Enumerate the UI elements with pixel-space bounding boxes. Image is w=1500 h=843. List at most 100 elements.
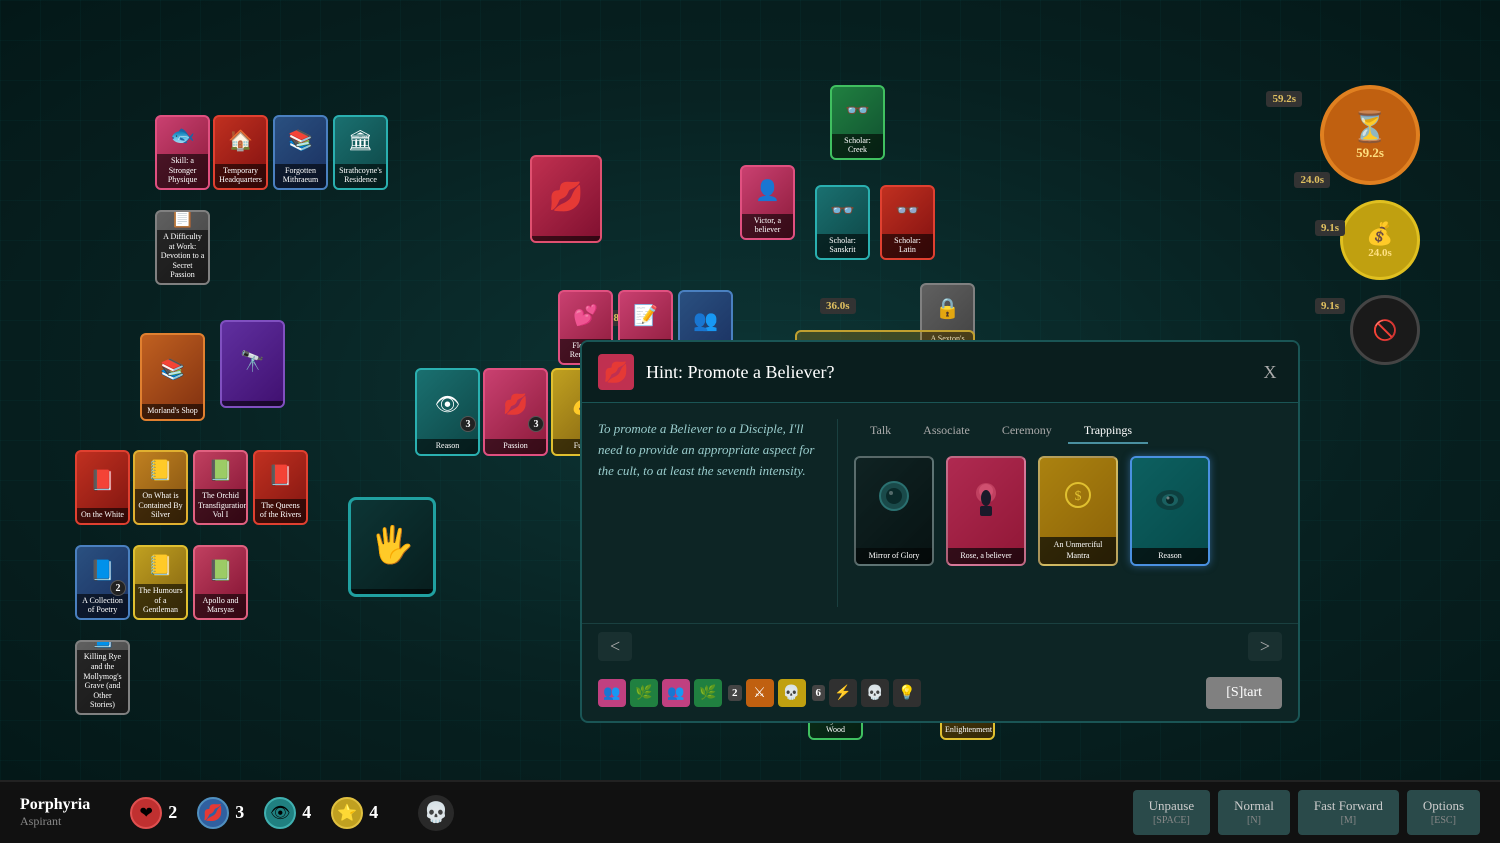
reason-left-label: Reason [417,439,478,454]
queens-card[interactable]: 📕 The Queens of the Rivers [253,450,308,525]
strathcoynes-label: Strathcoyne's Residence [335,164,386,188]
passion-stat: 💋 3 [197,797,244,829]
on-what-card[interactable]: 📒 On What is Contained By Silver [133,450,188,525]
svg-text:$: $ [1075,489,1082,504]
action-icon-4[interactable]: 🌿 [694,679,722,707]
funds-stat: ⭐ 4 [331,797,378,829]
player-name: Porphyria [20,796,90,814]
scholar-creek-card[interactable]: 👓 Scholar: Creek [830,85,885,160]
skill-card[interactable]: 🐟 Skill: a Stronger Physique [155,115,210,190]
strathcoynes-card[interactable]: 🏛 Strathcoyne's Residence [333,115,388,190]
modal-description: To promote a Believer to a Disciple, I'l… [598,419,838,607]
start-button[interactable]: [S]tart [1206,677,1282,709]
modal-body: To promote a Believer to a Disciple, I'l… [582,403,1298,623]
victor-icon: 👤 [742,167,793,214]
on-white-card[interactable]: 📕 On the White [75,450,130,525]
action-icon-1[interactable]: 👥 [598,679,626,707]
forgotten-card[interactable]: 📚 Forgotten Mithraeum [273,115,328,190]
apollo-icon: 📗 [195,547,246,594]
modal-card-reason[interactable]: Reason [1130,456,1210,566]
main-timer-label: 59.2s [1266,91,1302,107]
tab-ceremony[interactable]: Ceremony [986,419,1068,444]
hourglass-icon: ⏳ [1351,110,1388,145]
modal-next-button[interactable]: > [1248,632,1282,661]
modal-card-mirror[interactable]: Mirror of Glory [854,456,934,566]
poetry-label: A Collection of Poetry [77,594,128,618]
apollo-label: Apollo and Marsyas [195,594,246,618]
fast-forward-button[interactable]: Fast Forward [M] [1298,790,1399,836]
orchid-card[interactable]: 📗 The Orchid Transfigurations, Vol I [193,450,248,525]
tab-talk[interactable]: Talk [854,419,907,444]
orchid-label: The Orchid Transfigurations, Vol I [195,489,246,523]
hand-card[interactable]: 🖐 [348,497,436,597]
house-icon: 🏛 [335,117,386,164]
mantra-icon: $ [1040,458,1116,537]
poetry-card[interactable]: 📘 A Collection of Poetry 2 [75,545,130,620]
hint-modal: 💋 Hint: Promote a Believer? X To promote… [580,340,1300,723]
action-icon-2[interactable]: 🌿 [630,679,658,707]
modal-cards-grid: Mirror of Glory Rose, a believ [854,456,1282,566]
humours-label: The Humours of a Gentleman [135,584,186,618]
no-entry-icon: 🚫 [1373,318,1398,343]
modal-card-mantra[interactable]: $ An Unmerciful Mantra [1038,456,1118,566]
scholar-sanskrit-label: Scholar: Sanskrit [817,234,868,258]
tab-trappings[interactable]: Trappings [1068,419,1148,444]
modal-action-icons: 👥 🌿 👥 🌿 2 ⚔ 💀 6 ⚡ 💀 💡 [598,679,921,707]
victor-label: Victor, a believer [742,214,793,238]
action-icon-8[interactable]: 💀 [861,679,889,707]
reason-value: 4 [302,802,311,823]
scholar-latin-label: Scholar: Latin [882,234,933,258]
normal-shortcut: [N] [1247,814,1261,827]
mantra-label: An Unmerciful Mantra [1040,537,1116,564]
bookshelf-icon: 📚 [142,335,203,404]
modal-nav: < > [582,623,1298,669]
main-timer-value: 59.2s [1356,145,1384,161]
telescope-card[interactable]: 🔭 [220,320,285,408]
temp-hq-label: Temporary Headquarters [215,164,266,188]
apollo-card[interactable]: 📗 Apollo and Marsyas [193,545,248,620]
scholar-latin-card[interactable]: 👓 Scholar: Latin [880,185,935,260]
temp-hq-card[interactable]: 🏠 Temporary Headquarters [213,115,268,190]
normal-button[interactable]: Normal [N] [1218,790,1290,836]
fleeting-icon: 💕 [560,292,611,339]
modal-card-rose[interactable]: Rose, a believer [946,456,1026,566]
killing-rye-card[interactable]: 📘 Killing Rye and the Mollymog's Grave (… [75,640,130,715]
yellow-book-icon: 📒 [135,452,186,489]
modal-cards-area: Talk Associate Ceremony Trappings [854,419,1282,607]
queens-book-icon: 📕 [255,452,306,499]
options-button[interactable]: Options [ESC] [1407,790,1480,836]
action-icon-7[interactable]: ⚡ [829,679,857,707]
player-info: Porphyria Aspirant [20,796,90,829]
morlands-card[interactable]: 📚 Morland's Shop [140,333,205,421]
devotion-card[interactable]: 📋 A Difficulty at Work: Devotion to a Se… [155,210,210,285]
action-icon-6[interactable]: 💀 [778,679,806,707]
action-icon-9[interactable]: 💡 [893,679,921,707]
telescope-icon: 🔭 [222,322,283,401]
skill-card-label: Skill: a Stronger Physique [157,154,208,188]
normal-label: Normal [1234,798,1274,815]
secondary-timer-label: 24.0s [1294,172,1330,188]
health-value: 2 [168,802,177,823]
tab-associate[interactable]: Associate [907,419,986,444]
mirror-icon [856,458,932,548]
action-icon-3[interactable]: 👥 [662,679,690,707]
building-icon: 🏠 [215,117,266,164]
modal-prev-button[interactable]: < [598,632,632,661]
books-icon: 📚 [275,117,326,164]
modal-close-button[interactable]: X [1258,360,1282,384]
paper-icon: 📋 [157,210,208,230]
tertiary-timer-label: 9.1s [1315,220,1345,236]
reason-left-card[interactable]: 👁 Reason 3 [415,368,480,456]
passion-card[interactable]: 💋 Passion 3 [483,368,548,456]
poetry-badge: 2 [110,580,126,596]
action-icon-5[interactable]: ⚔ [746,679,774,707]
hand-card-label [351,589,433,594]
humours-card[interactable]: 📒 The Humours of a Gentleman [133,545,188,620]
skull-button[interactable]: 💀 [418,795,454,831]
unpause-button[interactable]: Unpause [SPACE] [1133,790,1211,836]
scholar-sanskrit-card[interactable]: 👓 Scholar: Sanskrit [815,185,870,260]
victor-card[interactable]: 👤 Victor, a believer [740,165,795,240]
mirror-label: Mirror of Glory [856,548,932,564]
lips-card[interactable]: 💋 [530,155,602,243]
passion-label: Passion [485,439,546,454]
